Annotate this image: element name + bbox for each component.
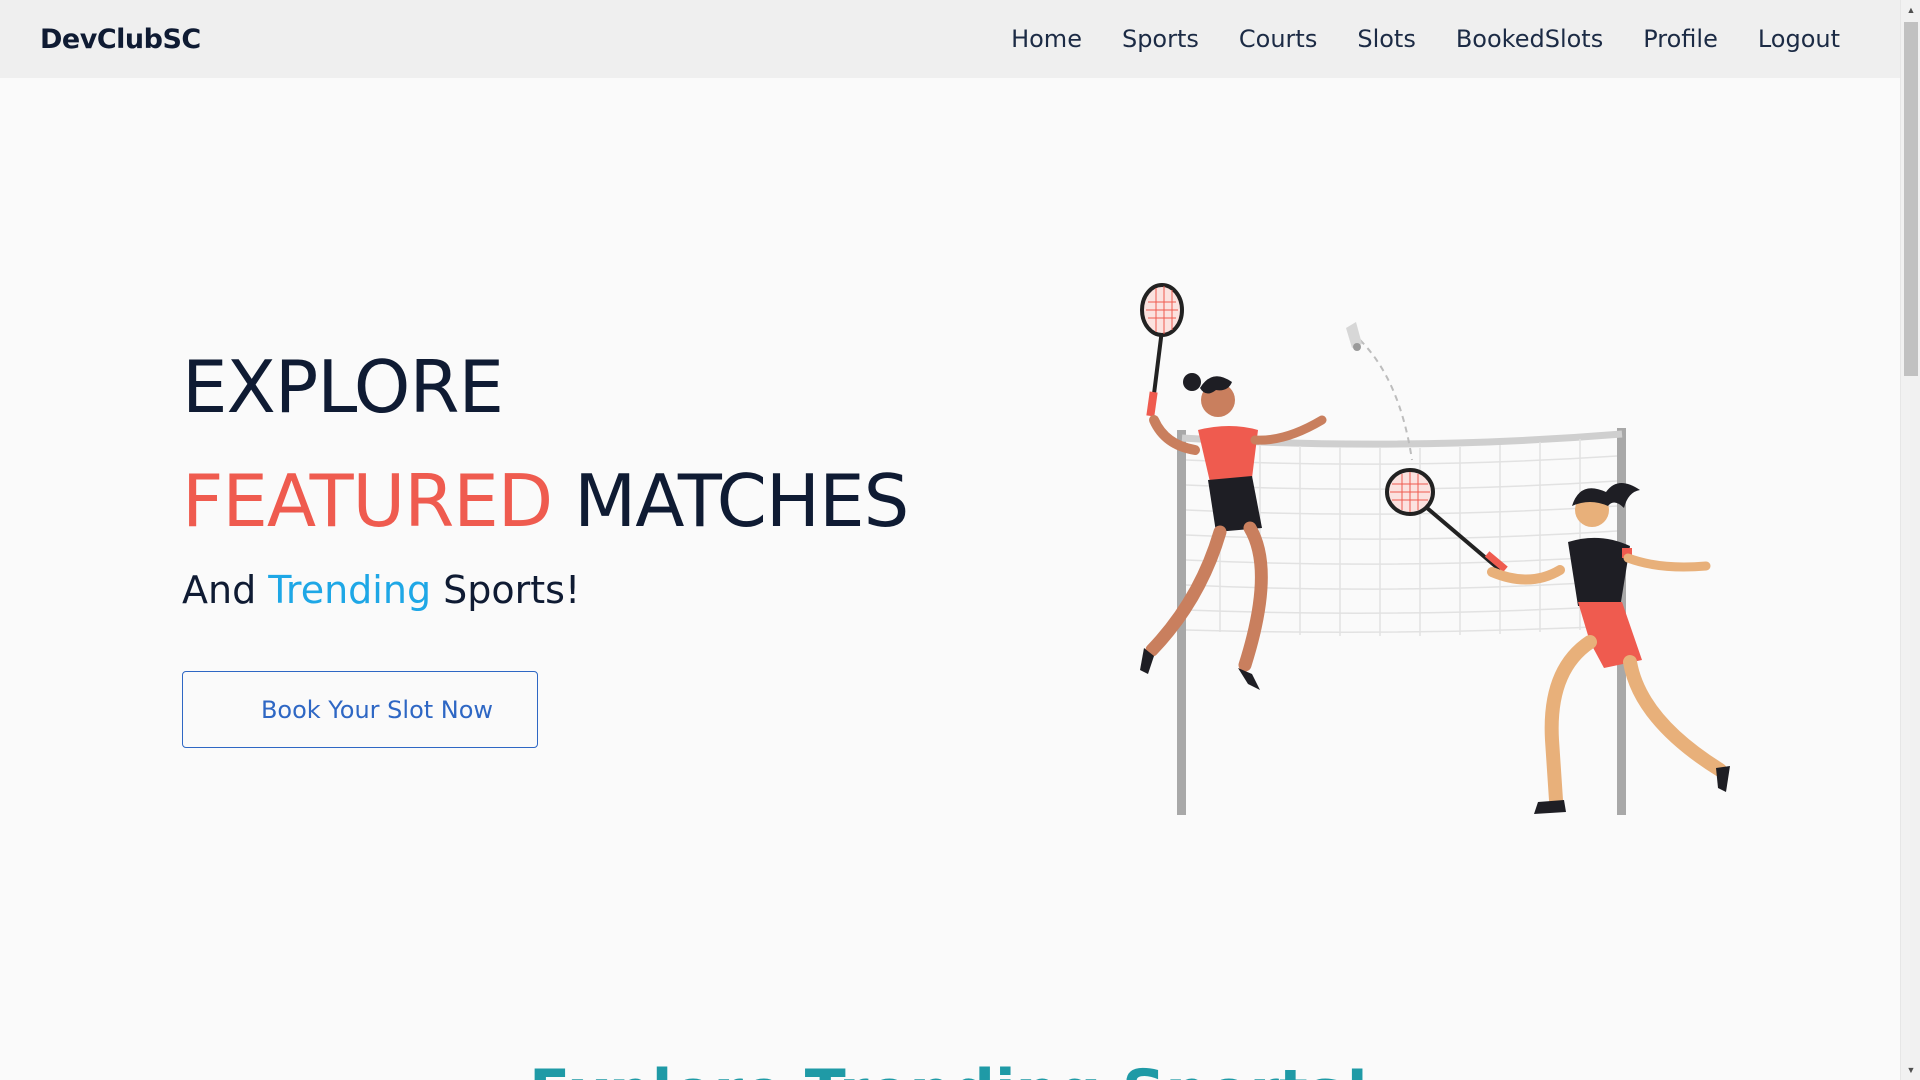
- hero-subtitle-suffix: Sports!: [443, 568, 581, 612]
- player-right: [1385, 468, 1730, 814]
- navbar: DevClubSC Home Sports Courts Slots Booke…: [0, 0, 1900, 78]
- scroll-down-icon[interactable]: ▼: [1901, 1060, 1920, 1080]
- nav-link-logout[interactable]: Logout: [1758, 25, 1840, 53]
- hero-title-explore: EXPLORE: [182, 345, 504, 429]
- badminton-players-illustration: [1140, 283, 1730, 815]
- book-slot-button[interactable]: Book Your Slot Now: [182, 671, 538, 748]
- hero-subtitle-prefix: And: [182, 568, 257, 612]
- hero-subtitle-trending: Trending: [268, 568, 432, 612]
- hero-title-line-1: EXPLORE: [182, 330, 982, 444]
- nav-link-bookedslots[interactable]: BookedSlots: [1456, 25, 1603, 53]
- section-heading-trending-sports: Explore Trending Sports!: [0, 1052, 1900, 1080]
- hero-title-featured: FEATURED: [182, 459, 553, 543]
- nav-link-courts[interactable]: Courts: [1239, 25, 1317, 53]
- nav-links: Home Sports Courts Slots BookedSlots Pro…: [971, 25, 1840, 53]
- page-scrollbar[interactable]: ▲ ▼: [1900, 0, 1920, 1080]
- hero-title-line-2: FEATURED MATCHES: [182, 444, 982, 558]
- player-left: [1140, 283, 1327, 690]
- nav-link-slots[interactable]: Slots: [1357, 25, 1416, 53]
- shuttlecock-icon: [1346, 322, 1362, 351]
- nav-link-sports[interactable]: Sports: [1122, 25, 1199, 53]
- hero-title-matches: MATCHES: [574, 459, 909, 543]
- nav-link-profile[interactable]: Profile: [1643, 25, 1718, 53]
- scroll-up-icon[interactable]: ▲: [1901, 0, 1920, 20]
- scrollbar-thumb[interactable]: [1904, 22, 1918, 376]
- brand-logo[interactable]: DevClubSC: [40, 24, 201, 55]
- hero-text: EXPLORE FEATURED MATCHES And Trending Sp…: [182, 330, 982, 612]
- nav-link-home[interactable]: Home: [1011, 25, 1082, 53]
- hero-subtitle: And Trending Sports!: [182, 568, 982, 612]
